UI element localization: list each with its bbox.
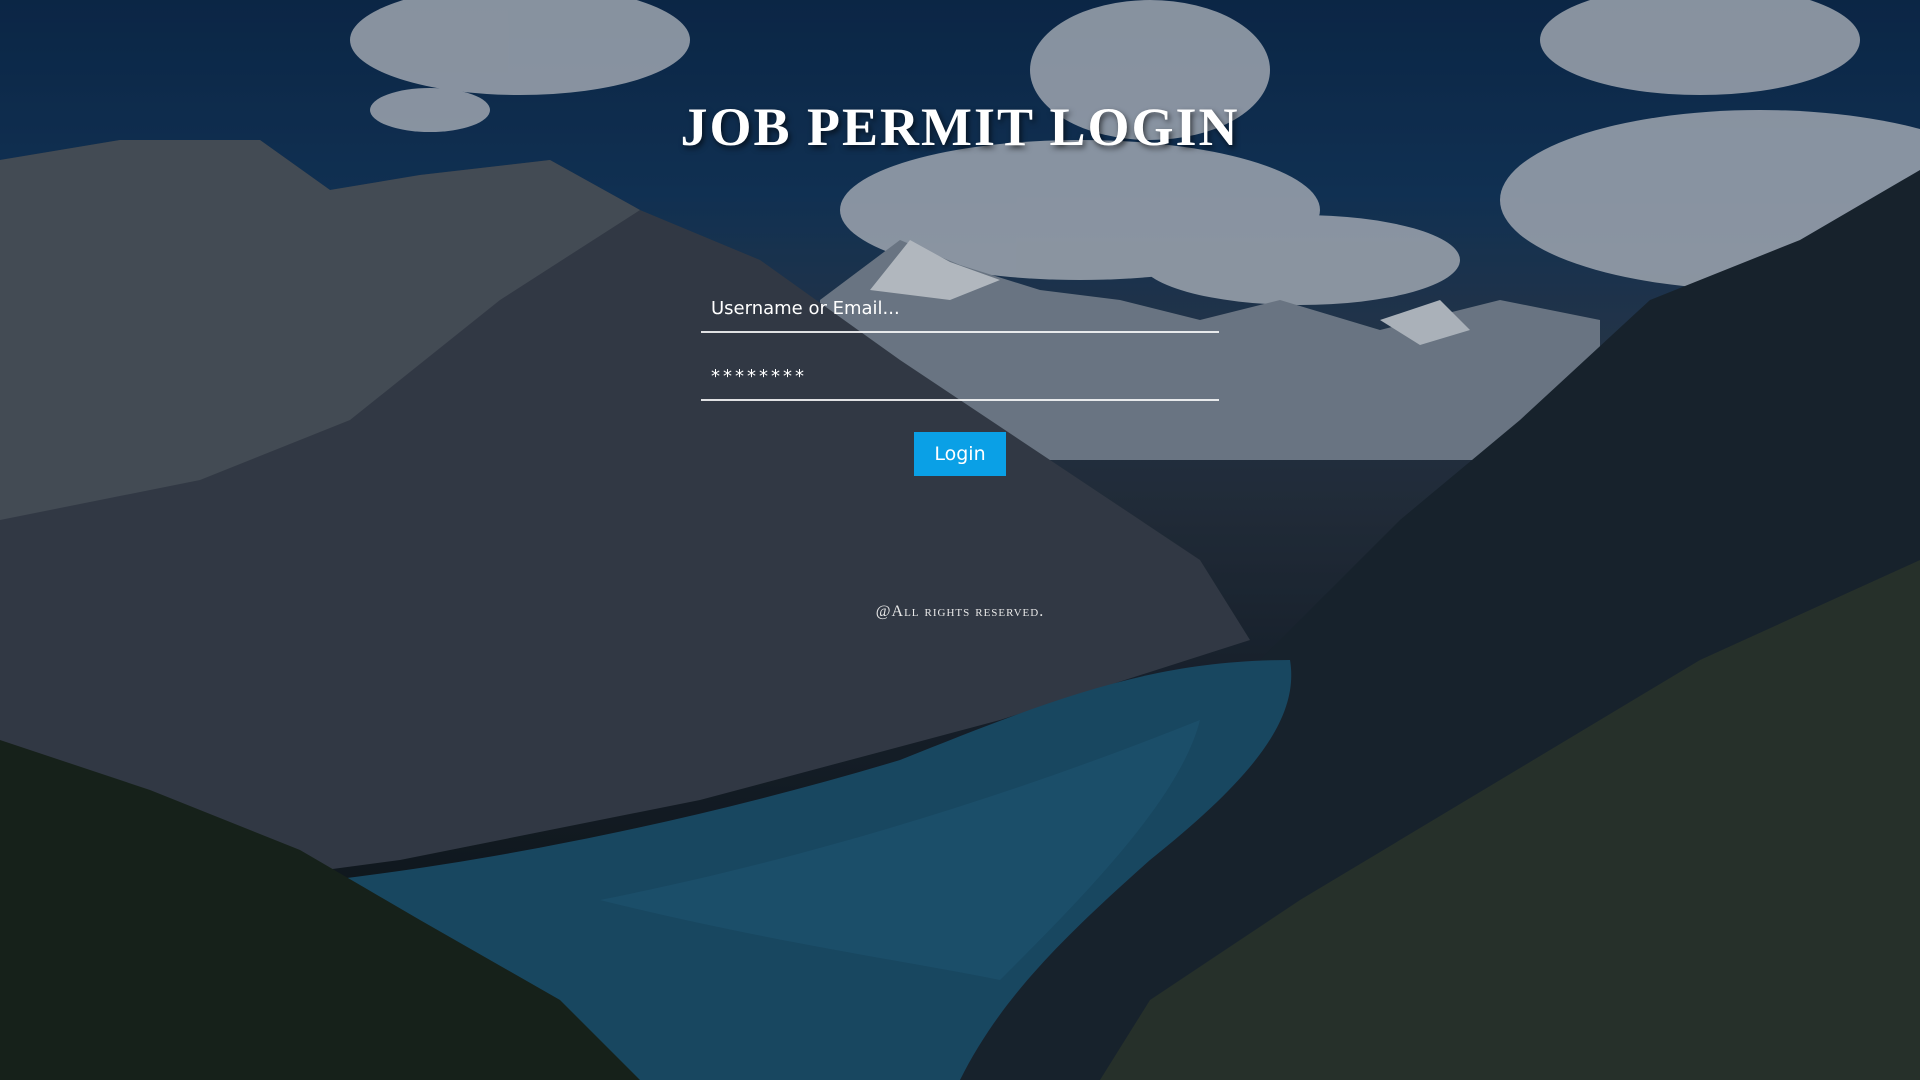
- dark-overlay: [0, 0, 1920, 1080]
- login-form: [701, 285, 1219, 401]
- login-button[interactable]: Login: [914, 432, 1006, 476]
- page-title: JOB PERMIT LOGIN: [680, 97, 1240, 157]
- copyright-footer: @All rights reserved.: [875, 603, 1045, 620]
- username-input[interactable]: [701, 285, 1219, 333]
- password-input[interactable]: [701, 353, 1219, 401]
